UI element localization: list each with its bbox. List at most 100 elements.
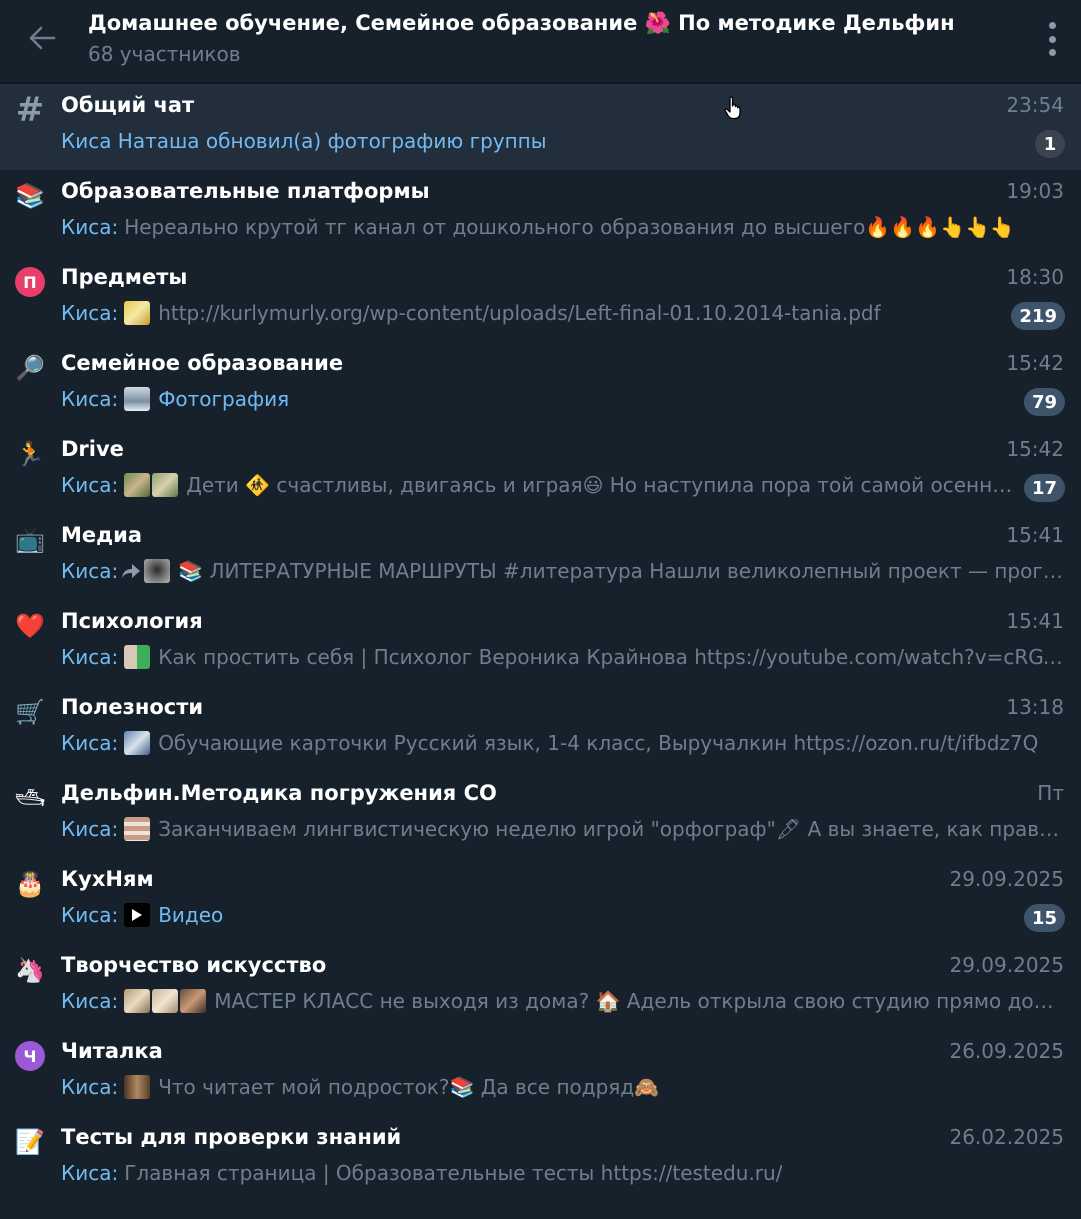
- topic-row-kuhnyam[interactable]: 🎂 КухНям 29.09.2025 Киса: Видео 15: [0, 858, 1081, 944]
- topic-name: Общий чат: [61, 93, 195, 117]
- link-thumbnail-icon: [124, 731, 151, 755]
- sender-name: Киса:: [61, 645, 119, 669]
- topic-name: Медиа: [61, 523, 142, 547]
- link-thumbnail-icon: [124, 645, 151, 669]
- topic-name: Психология: [61, 609, 203, 633]
- message-text: http://kurlymurly.org/wp-content/uploads…: [158, 301, 881, 325]
- sender-name: Киса:: [61, 731, 119, 755]
- topic-time: 15:41: [1006, 523, 1064, 547]
- forward-arrow-icon: [122, 564, 141, 578]
- topic-row-family-education[interactable]: 🔎 Семейное образование 15:42 Киса: Фотог…: [0, 342, 1081, 428]
- topic-name: Тесты для проверки знаний: [61, 1125, 402, 1149]
- memo-icon: 📝: [15, 1128, 45, 1156]
- sender-name: Киса:: [61, 473, 119, 497]
- topic-row-delfin[interactable]: 🛥 Дельфин.Методика погружения СО Пт Киса…: [0, 772, 1081, 858]
- topic-time: 18:30: [1006, 265, 1064, 289]
- books-icon: 📚: [15, 182, 45, 210]
- topic-preview: Киса Наташа обновил(а) фотографию группы: [61, 129, 1019, 153]
- topic-name: Полезности: [61, 695, 204, 719]
- topic-row-drive[interactable]: 🏃 Drive 15:42 Киса: Дети 🚸 счастливы, дв…: [0, 428, 1081, 514]
- sender-name: Киса:: [61, 989, 119, 1013]
- runner-icon: 🏃: [15, 440, 45, 468]
- topic-preview: Киса: http://kurlymurly.org/wp-content/u…: [61, 301, 1019, 325]
- heart-icon: ❤️: [15, 612, 45, 640]
- avatar-p: П: [15, 267, 45, 297]
- video-thumbnail-icon: [180, 989, 207, 1013]
- topic-name: Читалка: [61, 1039, 163, 1063]
- topic-row-media[interactable]: 📺 Медиа 15:41 Киса: 📚 ЛИТЕРАТУРНЫЕ МАРШР…: [0, 514, 1081, 600]
- topic-preview: Киса: Заканчиваем лингвистическую неделю…: [61, 817, 1065, 841]
- topic-preview: Киса: Как простить себя | Психолог Верон…: [61, 645, 1065, 669]
- back-button[interactable]: [24, 20, 60, 56]
- topic-row-reader[interactable]: Ч Читалка 26.09.2025 Киса: Что читает мо…: [0, 1030, 1081, 1116]
- topic-time: 23:54: [1006, 93, 1064, 117]
- topic-preview: Киса: Главная страница | Образовательные…: [61, 1161, 1065, 1185]
- message-text: Фотография: [158, 387, 290, 411]
- letter-avatar-icon: П: [14, 266, 46, 298]
- topic-preview: Киса: 📚 ЛИТЕРАТУРНЫЕ МАРШРУТЫ #литератур…: [61, 559, 1065, 583]
- topic-time: 29.09.2025: [949, 953, 1064, 977]
- topic-name: Предметы: [61, 265, 188, 289]
- unread-badge: 219: [1011, 302, 1065, 330]
- sender-name: Киса:: [61, 817, 119, 841]
- unread-badge: 17: [1023, 474, 1065, 502]
- image-thumbnail-icon: [124, 301, 151, 325]
- cake-icon: 🎂: [15, 870, 45, 898]
- topic-preview: Киса: Обучающие карточки Русский язык, 1…: [61, 731, 1065, 755]
- topic-row-platforms[interactable]: 📚 Образовательные платформы 19:03 Киса: …: [0, 170, 1081, 256]
- topic-time: 13:18: [1006, 695, 1064, 719]
- topic-time: 29.09.2025: [949, 867, 1064, 891]
- group-title[interactable]: Домашнее обучение, Семейное образование …: [88, 11, 955, 36]
- topic-name: Творчество искусство: [61, 953, 327, 977]
- topic-row-general[interactable]: # Общий чат 23:54 Киса Наташа обновил(а)…: [0, 84, 1081, 170]
- sender-name: Киса:: [61, 215, 119, 239]
- topic-name: КухНям: [61, 867, 154, 891]
- topic-time: Пт: [1037, 781, 1064, 805]
- sender-name: Киса:: [61, 301, 119, 325]
- topic-name: Дельфин.Методика погружения СО: [61, 781, 497, 805]
- topic-preview: Киса: Что читает мой подросток?📚 Да все …: [61, 1075, 1065, 1099]
- message-text: Заканчиваем лингвистическую неделю игрой…: [158, 817, 1065, 841]
- topic-row-art[interactable]: 🦄 Творчество искусство 29.09.2025 Киса: …: [0, 944, 1081, 1030]
- topic-row-tests[interactable]: 📝 Тесты для проверки знаний 26.02.2025 К…: [0, 1116, 1081, 1202]
- hash-icon: #: [15, 90, 45, 130]
- message-text: Главная страница | Образовательные тесты…: [124, 1161, 783, 1185]
- topic-list: # Общий чат 23:54 Киса Наташа обновил(а)…: [0, 84, 1081, 1202]
- hand-cursor-icon: [724, 96, 741, 120]
- sender-name: Киса:: [61, 387, 119, 411]
- more-dot: [1048, 49, 1056, 56]
- photo-thumbnail-icon: [124, 1075, 151, 1099]
- topic-name: Образовательные платформы: [61, 179, 430, 203]
- unread-badge: 15: [1023, 904, 1065, 932]
- more-menu-button[interactable]: [1047, 22, 1057, 56]
- topic-row-useful[interactable]: 🛒 Полезности 13:18 Киса: Обучающие карто…: [0, 686, 1081, 772]
- letter-avatar-icon: Ч: [14, 1040, 46, 1072]
- message-text: Что читает мой подросток?📚 Да все подряд…: [158, 1075, 660, 1099]
- topic-time: 26.02.2025: [949, 1125, 1064, 1149]
- message-text: Как простить себя | Психолог Вероника Кр…: [158, 645, 1065, 669]
- message-text: Нереально крутой тг канал от дошкольного…: [124, 215, 1015, 239]
- arrow-left-icon: [29, 26, 56, 50]
- topic-name: Семейное образование: [61, 351, 344, 375]
- topic-row-psychology[interactable]: ❤️ Психология 15:41 Киса: Как простить с…: [0, 600, 1081, 686]
- sender-name: Киса:: [61, 903, 119, 927]
- magnifier-icon: 🔎: [15, 354, 45, 382]
- avatar-ch: Ч: [15, 1041, 45, 1071]
- topic-row-subjects[interactable]: П Предметы 18:30 Киса: http://kurlymurly…: [0, 256, 1081, 342]
- photo-thumbnail-icon: [124, 387, 151, 411]
- photo-thumbnail-icon: [124, 473, 151, 497]
- topic-time: 15:42: [1006, 351, 1064, 375]
- photo-thumbnail-icon: [152, 989, 179, 1013]
- cart-icon: 🛒: [15, 698, 45, 726]
- ship-icon: 🛥: [14, 784, 46, 812]
- more-dot: [1048, 35, 1056, 43]
- topic-preview: Киса: Нереально крутой тг канал от дошко…: [61, 215, 1065, 239]
- sender-name: Киса:: [61, 559, 119, 583]
- photo-thumbnail-icon: [152, 473, 179, 497]
- photo-thumbnail-icon: [144, 559, 171, 583]
- unread-badge: 79: [1023, 388, 1065, 416]
- member-count[interactable]: 68 участников: [88, 42, 241, 66]
- topic-name: Drive: [61, 437, 124, 461]
- unicorn-icon: 🦄: [15, 956, 45, 984]
- photo-thumbnail-icon: [124, 989, 151, 1013]
